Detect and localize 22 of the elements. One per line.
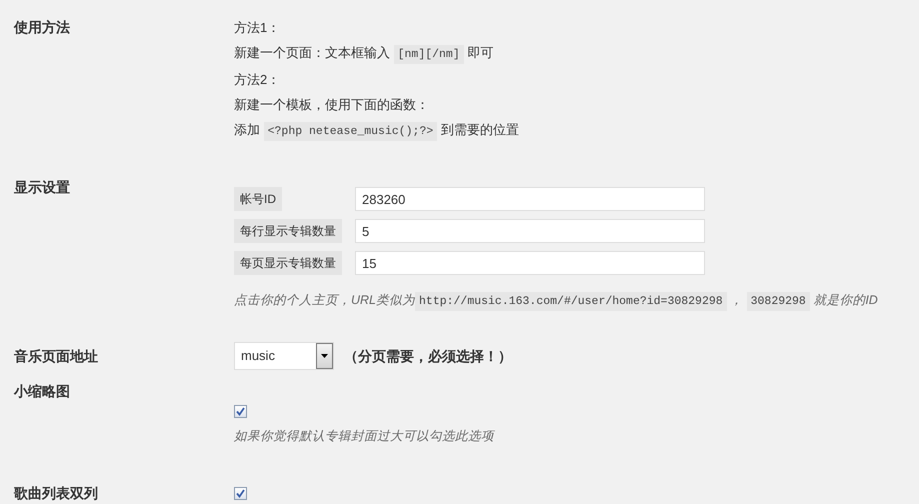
checkbox[interactable] [234,405,247,418]
instruction-line: 新建一个页面：文本框输入 [nm][/nm] 即可 [234,40,494,67]
setting-label: 音乐页面地址 [14,348,98,364]
setting-label: 小缩略图 [14,383,70,399]
field-label: 每页显示专辑数量 [234,251,342,275]
instruction-line: 方法2： [234,71,280,89]
input-field[interactable]: 15 [355,251,705,275]
input-field[interactable]: 5 [355,219,705,243]
instruction-line: 添加 <?php netease_music();?> 到需要的位置 [234,117,519,144]
setting-label: 使用方法 [14,19,70,35]
input-field[interactable]: 283260 [355,187,705,211]
setting-label: 显示设置 [14,179,70,195]
field-label: 帐号ID [234,187,282,211]
field-label: 每行显示专辑数量 [234,219,342,243]
instruction-line: 方法1： [234,19,280,37]
setting-label: 歌曲列表双列 [14,485,98,501]
caret-icon [321,354,328,358]
checkbox[interactable] [234,487,247,500]
hint-text: 如果你觉得默认专辑封面过大可以勾选此选项 [234,429,494,443]
required-note: （分页需要，必须选择！） [344,347,512,366]
page-select[interactable]: music [234,342,334,370]
instruction-line: 新建一个模板，使用下面的函数： [234,96,429,114]
